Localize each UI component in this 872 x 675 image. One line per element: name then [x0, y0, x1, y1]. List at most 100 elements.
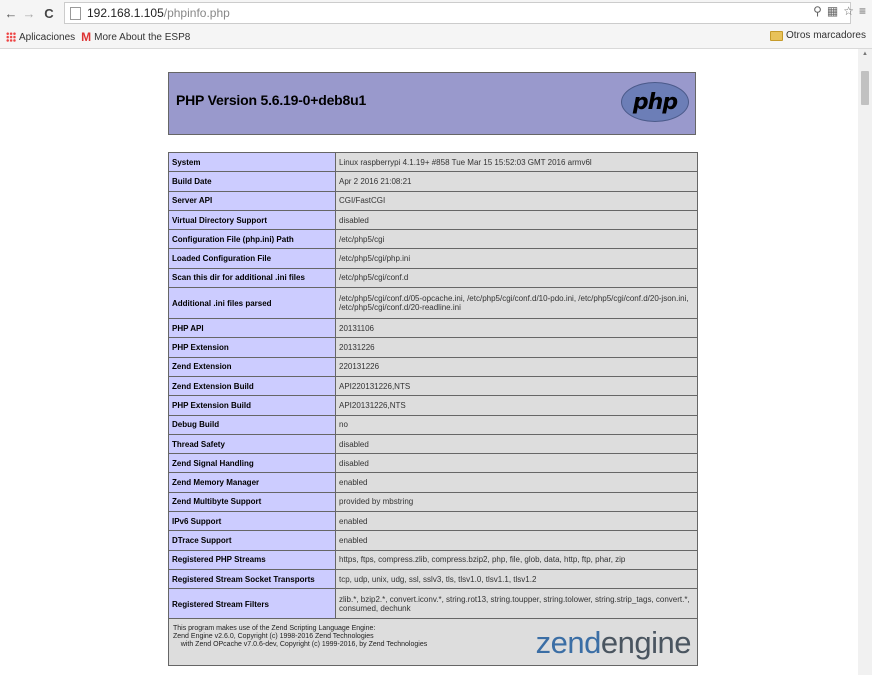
row-key: Thread Safety	[168, 433, 336, 455]
row-key: PHP Extension	[168, 337, 336, 358]
menu-icon[interactable]: ≡	[859, 4, 866, 18]
table-row: Build Date Apr 2 2016 21:08:21	[168, 171, 698, 192]
table-row: Scan this dir for additional .ini files /…	[168, 267, 698, 289]
scroll-thumb[interactable]	[861, 71, 869, 105]
table-row: Server API CGI/FastCGI	[168, 190, 698, 211]
row-value: API220131226,NTS	[335, 375, 698, 397]
table-row: Additional .ini files parsed/etc/php5/cg…	[168, 287, 698, 320]
address-bar[interactable]: 192.168.1.105/phpinfo.php	[64, 2, 851, 24]
zend-logo-part2: engine	[600, 625, 692, 660]
other-bookmarks-label: Otros marcadores	[785, 30, 866, 41]
page-icon	[70, 6, 81, 20]
row-value: tcp, udp, unix, udg, ssl, sslv3, tls, tl…	[335, 568, 698, 590]
back-arrow-icon[interactable]: ←	[4, 5, 18, 21]
bookmarks-bar: Aplicaciones M More About the ESP8 Otros…	[0, 26, 872, 49]
row-value: disabled	[335, 433, 698, 455]
row-key: Configuration File (php.ini) Path	[168, 229, 336, 250]
bookmark-esp-label: More About the ESP8	[94, 31, 191, 43]
scroll-up-arrow-icon[interactable]: ▲	[862, 51, 868, 57]
url-path: /phpinfo.php	[163, 6, 230, 20]
table-row: Thread Safety disabled	[168, 433, 698, 455]
table-row: IPv6 Support enabled	[168, 511, 698, 532]
table-row: Zend Extension Build API220131226,NTS	[168, 375, 698, 397]
zend-engine-text: This program makes use of the Zend Scrip…	[173, 625, 428, 648]
table-row: Zend Extension 220131226	[168, 356, 698, 377]
table-row: DTrace Support enabled	[168, 530, 698, 551]
zend-engine-logo: zendengine	[535, 625, 692, 661]
row-key: IPv6 Support	[168, 511, 336, 532]
row-key: Virtual Directory Support	[168, 209, 336, 231]
page-title: PHP Version 5.6.19-0+deb8u1	[176, 92, 367, 108]
url-host: 192.168.1.105	[87, 6, 164, 20]
row-key: Build Date	[168, 171, 336, 192]
row-key: Registered Stream Socket Transports	[168, 568, 336, 590]
row-value: /etc/php5/cgi/conf.d/05-opcache.ini, /et…	[335, 287, 698, 320]
table-row: Registered Stream Filters zlib.*, bzip2.*…	[168, 588, 698, 621]
row-value: /etc/php5/cgi	[335, 229, 698, 250]
table-row: Virtual Directory Support disabled	[168, 209, 698, 231]
table-row: Zend Memory Manager enabled	[168, 472, 698, 493]
row-value: API20131226,NTS	[335, 395, 698, 416]
folder-icon	[769, 30, 783, 41]
bookmark-esp[interactable]: M More About the ESP8	[81, 30, 190, 44]
table-row: System Linux raspberrypi 4.1.19+ #858 Tue…	[168, 151, 698, 173]
bookmark-apps-label: Aplicaciones	[19, 31, 76, 43]
row-value: zlib.*, bzip2.*, convert.iconv.*, string…	[335, 588, 698, 621]
row-value: Linux raspberrypi 4.1.19+ #858 Tue Mar 1…	[335, 151, 698, 173]
row-key: Loaded Configuration File	[168, 248, 336, 269]
row-value: enabled	[335, 511, 698, 532]
row-key: Zend Multibyte Support	[168, 491, 336, 513]
table-row: Configuration File (php.ini) Path/etc/ph…	[168, 229, 698, 250]
apps-icon	[6, 32, 16, 42]
row-key: PHP Extension Build	[168, 395, 336, 416]
zend-logo-part1: zend	[535, 625, 602, 660]
reload-icon[interactable]: C	[42, 5, 56, 21]
row-value: no	[335, 414, 698, 435]
row-value: /etc/php5/cgi/php.ini	[335, 248, 698, 269]
row-value: CGI/FastCGI	[335, 190, 698, 211]
row-value: 20131226	[335, 337, 698, 358]
zend-engine-box: This program makes use of the Zend Scrip…	[168, 618, 698, 666]
row-key: Scan this dir for additional .ini files	[168, 267, 336, 289]
toolbar-icons: ⚲ ▦ ☆ ≡	[813, 4, 866, 18]
forward-arrow-icon[interactable]: →	[22, 5, 36, 21]
other-bookmarks[interactable]: Otros marcadores	[769, 30, 866, 41]
row-key: Registered Stream Filters	[168, 588, 336, 621]
php-header: PHP Version 5.6.19-0+deb8u1 php	[168, 72, 696, 135]
row-value: enabled	[335, 472, 698, 493]
row-value: 20131106	[335, 318, 698, 339]
phpinfo-table: System Linux raspberrypi 4.1.19+ #858 Tue…	[168, 151, 698, 621]
table-row: PHP Extension 20131226	[168, 337, 698, 358]
table-row: Registered Stream Socket Transports tcp, …	[168, 568, 698, 590]
table-row: PHP Extension Build API20131226,NTS	[168, 395, 698, 416]
table-row: PHP API 20131106	[168, 318, 698, 339]
row-key: Zend Extension Build	[168, 375, 336, 397]
table-row: Zend Multibyte Support provided by mbstri…	[168, 491, 698, 513]
row-key: PHP API	[168, 318, 336, 339]
row-key: Zend Signal Handling	[168, 453, 336, 474]
star-icon[interactable]: ☆	[843, 4, 854, 18]
row-key: System	[168, 151, 336, 173]
row-value: https, ftps, compress.zlib, compress.bzi…	[335, 549, 698, 570]
row-value: enabled	[335, 530, 698, 551]
bookmark-apps[interactable]: Aplicaciones	[6, 32, 75, 43]
row-value: disabled	[335, 453, 698, 474]
row-key: Additional .ini files parsed	[168, 287, 336, 320]
row-value: 220131226	[335, 356, 698, 377]
row-value: /etc/php5/cgi/conf.d	[335, 267, 698, 289]
row-value: provided by mbstring	[335, 491, 698, 513]
row-key: Registered PHP Streams	[168, 549, 336, 570]
row-key: DTrace Support	[168, 530, 336, 551]
row-value: Apr 2 2016 21:08:21	[335, 171, 698, 192]
row-key: Zend Memory Manager	[168, 472, 336, 493]
php-logo: php	[621, 82, 689, 122]
extension-icon[interactable]: ▦	[827, 4, 838, 18]
zoom-icon[interactable]: ⚲	[813, 4, 822, 18]
vertical-scrollbar[interactable]: ▲	[858, 49, 872, 675]
row-key: Zend Extension	[168, 356, 336, 377]
browser-toolbar: ← → C 192.168.1.105/phpinfo.php ⚲ ▦ ☆ ≡	[0, 0, 872, 26]
row-key: Server API	[168, 190, 336, 211]
php-logo-text: php	[632, 89, 678, 115]
table-row: Registered PHP Streams https, ftps, compr…	[168, 549, 698, 570]
gmail-icon: M	[81, 30, 92, 44]
